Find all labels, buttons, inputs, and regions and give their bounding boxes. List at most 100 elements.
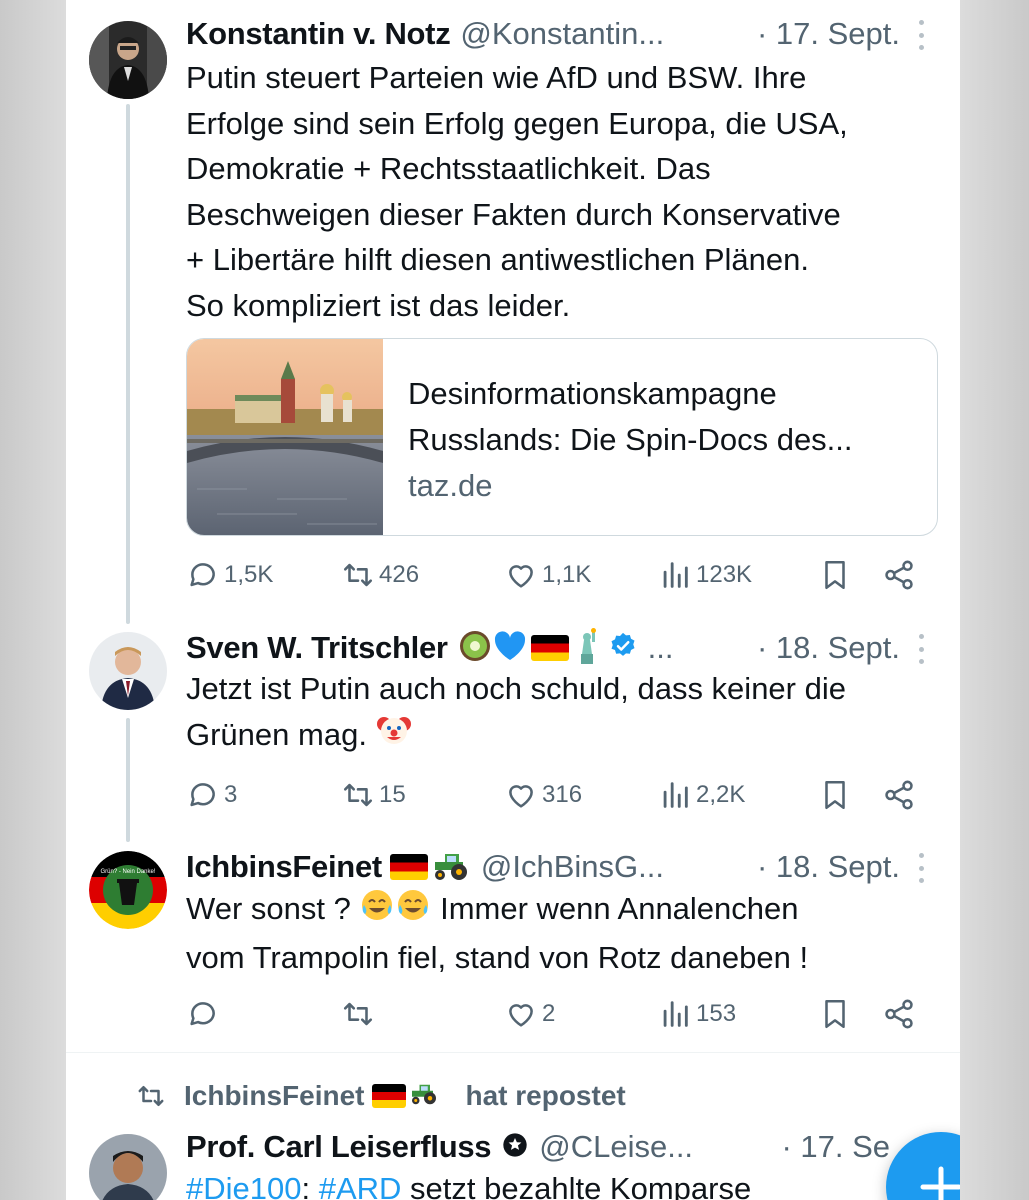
- repost-user[interactable]: IchbinsFeinet: [184, 1080, 364, 1112]
- tweet-text-part1: Wer sonst ?: [186, 891, 351, 926]
- more-icon[interactable]: [912, 20, 930, 50]
- card-text: Desinformationskampagne Russlands: Die S…: [383, 339, 853, 535]
- tractor-emoji: [409, 1078, 457, 1115]
- reply-button[interactable]: 3: [186, 775, 237, 815]
- repost-count: 426: [379, 561, 420, 588]
- tweet-text-line2: Grünen mag.: [186, 716, 367, 752]
- author-handle[interactable]: @CLeise...: [539, 1129, 693, 1165]
- like-count: 316: [542, 781, 583, 808]
- like-icon: [509, 565, 533, 588]
- reply-count: 1,5K: [224, 561, 274, 588]
- author-handle[interactable]: ...: [648, 630, 674, 666]
- author-handle[interactable]: @IchBinsG...: [481, 849, 664, 885]
- like-button[interactable]: 1,1K: [504, 555, 591, 595]
- author-name[interactable]: Sven W. Tritschler: [186, 630, 448, 666]
- tweet-header: IchbinsFeinet @IchBinsG... · 18. Sept.: [186, 847, 930, 887]
- repost-indicator[interactable]: IchbinsFeinet hat repostet: [136, 1076, 626, 1116]
- tweet-header: Sven W. Tritschler ... · 18. Sept.: [186, 627, 930, 668]
- share-button[interactable]: [882, 994, 920, 1034]
- repost-icon: [138, 1086, 164, 1106]
- right-margin: [960, 0, 1029, 1200]
- germany-flag-icon: [530, 635, 569, 661]
- share-button[interactable]: [882, 555, 920, 595]
- reply-icon: [190, 1002, 215, 1026]
- reply-button[interactable]: [186, 994, 224, 1034]
- thread-line: [126, 104, 130, 624]
- thread-line: [126, 718, 130, 842]
- repost-count: 15: [379, 781, 406, 808]
- tweet-date[interactable]: · 18. Sept.: [757, 849, 930, 885]
- reply-button[interactable]: 1,5K: [186, 555, 273, 595]
- card-image: [187, 339, 383, 535]
- avatar[interactable]: [89, 21, 167, 99]
- like-button[interactable]: 2: [504, 994, 555, 1034]
- bookmark-icon: [825, 560, 845, 590]
- author-name[interactable]: IchbinsFeinet: [186, 849, 382, 885]
- tweet-text: Jetzt ist Putin auch noch schuld, dass k…: [186, 666, 930, 761]
- author-name[interactable]: Prof. Carl Leiserfluss: [186, 1129, 492, 1165]
- avatar[interactable]: [89, 632, 167, 710]
- more-icon[interactable]: [912, 853, 930, 883]
- badge-icon: [501, 1131, 529, 1164]
- views-button[interactable]: 2,2K: [658, 775, 745, 815]
- action-bar: 1,5K 426 1,1K 123K: [186, 555, 926, 595]
- author-name[interactable]: Konstantin v. Notz: [186, 16, 451, 52]
- views-count: 153: [696, 1000, 737, 1027]
- bookmark-button[interactable]: [818, 775, 856, 815]
- like-icon: [509, 1004, 533, 1027]
- views-count: 123K: [696, 561, 753, 588]
- repost-button[interactable]: [341, 994, 379, 1034]
- compose-button[interactable]: [886, 1132, 960, 1200]
- tweet-date[interactable]: · 18. Sept.: [757, 630, 930, 666]
- views-button[interactable]: 153: [658, 994, 736, 1034]
- clown-emoji: [376, 712, 412, 761]
- more-icon[interactable]: [912, 634, 930, 664]
- tractor-emoji: [431, 848, 471, 887]
- repost-icon: [343, 563, 373, 587]
- repost-button[interactable]: 426: [341, 555, 419, 595]
- action-bar: 3 15 316 2,2K: [186, 775, 926, 815]
- tweet-date[interactable]: · 17. Se: [781, 1129, 890, 1165]
- like-icon: [509, 785, 533, 808]
- tweet-text: Putin steuert Parteien wie AfD und BSW. …: [186, 60, 848, 323]
- avatar-text: Grün? - Nein Danke!: [100, 869, 155, 875]
- tears-of-joy-emoji: [359, 887, 395, 936]
- views-button[interactable]: 123K: [658, 555, 752, 595]
- author-handle[interactable]: @Konstantin...: [460, 16, 664, 52]
- avatar[interactable]: [89, 1134, 167, 1200]
- tweet-text-part2: Immer wenn Annalenchen: [440, 891, 799, 926]
- views-icon: [663, 782, 688, 808]
- share-button[interactable]: [882, 775, 920, 815]
- reply-icon: [190, 783, 215, 807]
- bookmark-button[interactable]: [818, 994, 856, 1034]
- bookmark-icon: [825, 999, 845, 1029]
- tweet-text: #Die100: #ARD setzt bezahlte Komparse: [186, 1166, 930, 1200]
- divider: [66, 1052, 960, 1053]
- repost-icon: [343, 1002, 373, 1026]
- tweet-text: Wer sonst ? Immer wenn Annalenchen vom T…: [186, 886, 930, 981]
- avatar[interactable]: Grün? - Nein Danke!: [89, 851, 167, 929]
- tweet-text-rest: setzt bezahlte Komparse: [401, 1171, 752, 1200]
- verified-icon: [608, 631, 638, 666]
- share-icon: [885, 780, 913, 810]
- tweet-header: Konstantin v. Notz @Konstantin... · 17. …: [186, 14, 930, 54]
- tweet-date[interactable]: · 17. Sept.: [757, 16, 930, 52]
- hashtag-link[interactable]: #Die100: [186, 1171, 301, 1200]
- tweet-text-line2: vom Trampolin fiel, stand von Rotz daneb…: [186, 940, 809, 976]
- repost-button[interactable]: 15: [341, 775, 406, 815]
- germany-flag-icon: [372, 1084, 407, 1108]
- action-bar: 2 153: [186, 994, 926, 1034]
- like-count: 2: [542, 1000, 556, 1027]
- like-button[interactable]: 316: [504, 775, 582, 815]
- hashtag-link[interactable]: #ARD: [319, 1171, 402, 1200]
- share-icon: [885, 560, 913, 590]
- card-title: Desinformationskampagne Russlands: Die S…: [408, 376, 853, 457]
- link-card[interactable]: Desinformationskampagne Russlands: Die S…: [186, 338, 938, 536]
- repost-icon: [343, 783, 373, 807]
- views-count: 2,2K: [696, 781, 746, 808]
- left-margin: [0, 0, 66, 1200]
- compose-icon: [920, 1166, 960, 1200]
- tweet-text-line1: Jetzt ist Putin auch noch schuld, dass k…: [186, 671, 846, 706]
- bookmark-button[interactable]: [818, 555, 856, 595]
- like-count: 1,1K: [542, 561, 592, 588]
